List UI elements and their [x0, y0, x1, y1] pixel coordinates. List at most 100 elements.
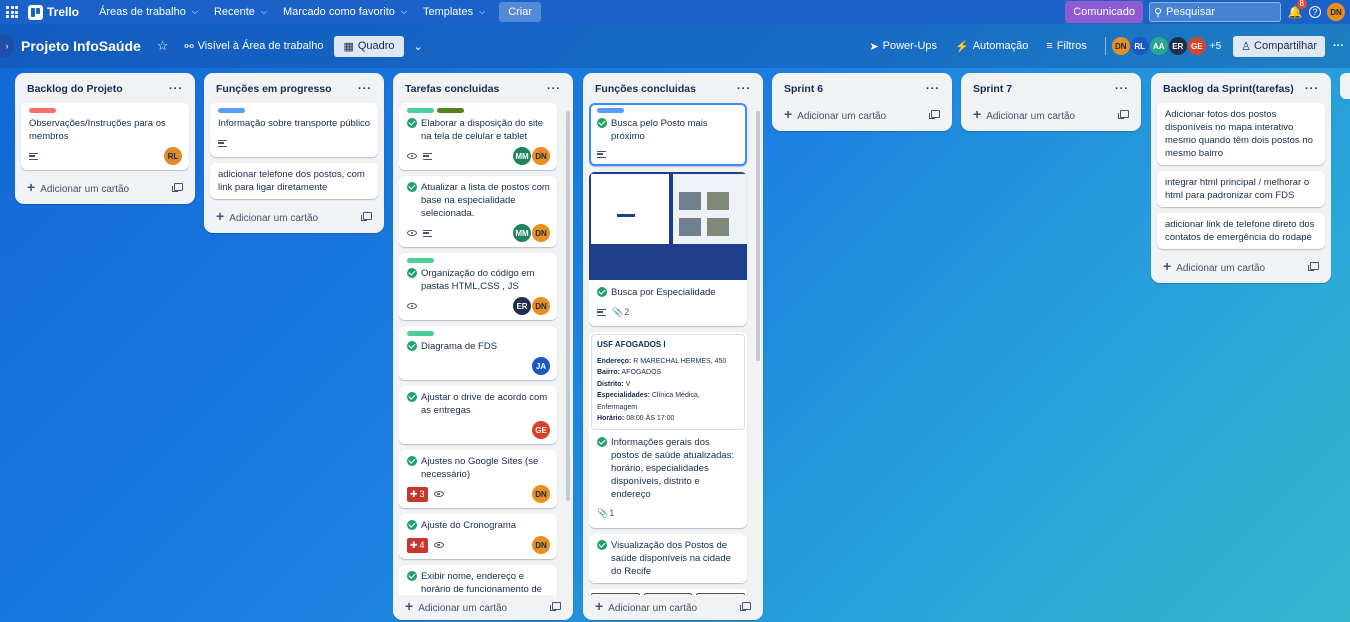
- template-icon[interactable]: [1118, 110, 1129, 119]
- member-avatar[interactable]: GE: [1187, 37, 1206, 55]
- filters-button[interactable]: ≡ Filtros: [1046, 40, 1086, 52]
- powerups-button[interactable]: ➤ Power-Ups: [869, 40, 937, 53]
- automation-button[interactable]: ⚡ Automação: [955, 40, 1028, 53]
- member-avatar[interactable]: DN: [532, 485, 550, 503]
- card-label-blue[interactable]: [218, 108, 245, 113]
- add-list-partial[interactable]: [1340, 73, 1350, 99]
- list-title[interactable]: Sprint 6: [784, 83, 823, 95]
- card[interactable]: Ajustes no Google Sites (se necessário) …: [399, 450, 557, 508]
- card[interactable]: integrar html principal / melhorar o htm…: [1157, 171, 1325, 207]
- card[interactable]: Elaborar a disposição do site na tela de…: [399, 103, 557, 170]
- add-card-button[interactable]: + Adicionar um cartão: [210, 205, 378, 227]
- list-title[interactable]: Funções em progresso: [216, 83, 332, 95]
- list-title[interactable]: Backlog da Sprint(tarefas): [1163, 83, 1294, 95]
- completed-check-icon[interactable]: [597, 436, 607, 447]
- menu-recent[interactable]: Recente ⌵: [206, 0, 275, 24]
- share-button[interactable]: ♙ Compartilhar: [1233, 35, 1325, 57]
- member-avatar[interactable]: ER: [1168, 37, 1187, 55]
- user-avatar[interactable]: DN: [1327, 3, 1345, 21]
- star-board-icon[interactable]: ☆: [157, 38, 169, 54]
- app-switcher-icon[interactable]: [6, 6, 20, 18]
- card[interactable]: Busca pelo Posto mais próximo: [589, 103, 747, 166]
- card[interactable]: Adicionar fotos dos postos disponíveis n…: [1157, 103, 1325, 165]
- trello-logo[interactable]: Trello: [28, 4, 79, 20]
- member-avatar[interactable]: DN: [1111, 37, 1130, 55]
- template-icon[interactable]: [1308, 262, 1319, 271]
- more-menu-icon[interactable]: ···: [1333, 40, 1344, 52]
- completed-check-icon[interactable]: [407, 341, 417, 351]
- card[interactable]: Atualizar a lista de postos com base na …: [399, 176, 557, 247]
- member-avatar[interactable]: RL: [164, 147, 182, 165]
- template-icon[interactable]: [361, 212, 372, 221]
- card[interactable]: adicionar telefone dos postos, com link …: [210, 163, 378, 199]
- card[interactable]: Diagrama de FDS JA: [399, 326, 557, 380]
- completed-check-icon[interactable]: [407, 392, 417, 402]
- list-title[interactable]: Backlog do Projeto: [27, 83, 123, 95]
- completed-check-icon[interactable]: [597, 539, 607, 550]
- create-button[interactable]: Criar: [499, 2, 542, 22]
- card[interactable]: Observações/Instruções para os membros R…: [21, 103, 189, 170]
- card-label-red[interactable]: [29, 108, 56, 113]
- add-card-button[interactable]: + Adicionar um cartão: [967, 103, 1135, 125]
- member-avatar[interactable]: RL: [1130, 37, 1149, 55]
- member-avatar[interactable]: ER: [513, 297, 531, 315]
- add-card-button[interactable]: + Adicionar um cartão: [21, 176, 189, 198]
- board-members[interactable]: DN RL AA ER GE +5: [1111, 37, 1221, 55]
- card[interactable]: Exibir nome, endereço e horário de funci…: [399, 565, 557, 595]
- view-board-button[interactable]: ▦ Quadro: [334, 35, 404, 57]
- card[interactable]: USF AFOGADOS I Endereço: R MARECHAL HERM…: [589, 332, 747, 528]
- template-icon[interactable]: [550, 602, 561, 611]
- member-avatar[interactable]: MM: [513, 147, 531, 165]
- list-scrollbar[interactable]: [566, 111, 570, 501]
- list-menu-icon[interactable]: ···: [926, 83, 940, 95]
- completed-check-icon[interactable]: [407, 268, 417, 278]
- card-label-olive[interactable]: [437, 108, 464, 113]
- card-label-green[interactable]: [407, 331, 434, 336]
- template-icon[interactable]: [740, 602, 751, 611]
- menu-starred[interactable]: Marcado como favorito ⌵: [275, 0, 415, 24]
- visibility-button[interactable]: ⚯ Visível à Área de trabalho: [184, 40, 323, 53]
- list-menu-icon[interactable]: ···: [1115, 83, 1129, 95]
- list-menu-icon[interactable]: ···: [358, 83, 372, 95]
- list-scrollbar[interactable]: [756, 111, 760, 361]
- card-cover-sketch-image[interactable]: [589, 588, 747, 595]
- help-icon[interactable]: ?: [1309, 6, 1321, 18]
- completed-check-icon[interactable]: [597, 118, 607, 128]
- card[interactable]: Visualização dos Postos de saúde disponí…: [589, 533, 747, 583]
- member-avatar[interactable]: DN: [532, 147, 550, 165]
- board-title[interactable]: Projeto InfoSaúde: [21, 38, 141, 54]
- card[interactable]: adicionar link de telefone direto dos co…: [1157, 213, 1325, 249]
- views-dropdown-icon[interactable]: ⌄: [414, 40, 423, 53]
- search-input[interactable]: ⚲ Pesquisar: [1149, 2, 1281, 22]
- completed-check-icon[interactable]: [407, 520, 417, 530]
- list-menu-icon[interactable]: ···: [547, 83, 561, 95]
- member-avatar[interactable]: DN: [532, 224, 550, 242]
- menu-workspaces[interactable]: Áreas de trabalho ⌵: [91, 0, 206, 24]
- notifications-bell-icon[interactable]: 🔔 8: [1287, 0, 1307, 20]
- card-label-green[interactable]: [407, 108, 434, 113]
- member-avatar[interactable]: AA: [1149, 37, 1168, 55]
- list-menu-icon[interactable]: ···: [169, 83, 183, 95]
- card-label-green[interactable]: [407, 258, 434, 263]
- more-members-count[interactable]: +5: [1210, 41, 1221, 52]
- member-avatar[interactable]: DN: [532, 297, 550, 315]
- announcement-button[interactable]: Comunicado: [1065, 1, 1143, 23]
- member-avatar[interactable]: MM: [513, 224, 531, 242]
- completed-check-icon[interactable]: [597, 287, 607, 297]
- list-menu-icon[interactable]: ···: [1305, 83, 1319, 95]
- list-cards-scroll[interactable]: Elaborar a disposição do site na tela de…: [399, 103, 567, 595]
- add-card-button[interactable]: + Adicionar um cartão: [1157, 255, 1325, 277]
- template-icon[interactable]: [172, 183, 183, 192]
- member-avatar[interactable]: DN: [532, 536, 550, 554]
- card[interactable]: Informação sobre transporte público: [210, 103, 378, 157]
- add-card-button[interactable]: + Adicionar um cartão: [399, 595, 567, 617]
- template-icon[interactable]: [929, 110, 940, 119]
- list-cards-scroll[interactable]: Busca pelo Posto mais próximo Busca por …: [589, 103, 757, 595]
- card[interactable]: Ajuste do Cronograma ✚ 4 DN: [399, 514, 557, 559]
- card-label-blue[interactable]: [597, 108, 624, 113]
- completed-check-icon[interactable]: [407, 182, 417, 192]
- menu-templates[interactable]: Templates ⌵: [415, 0, 493, 24]
- list-title[interactable]: Tarefas concluidas: [405, 83, 499, 95]
- completed-check-icon[interactable]: [407, 118, 417, 128]
- list-title[interactable]: Funções concluidas: [595, 83, 696, 95]
